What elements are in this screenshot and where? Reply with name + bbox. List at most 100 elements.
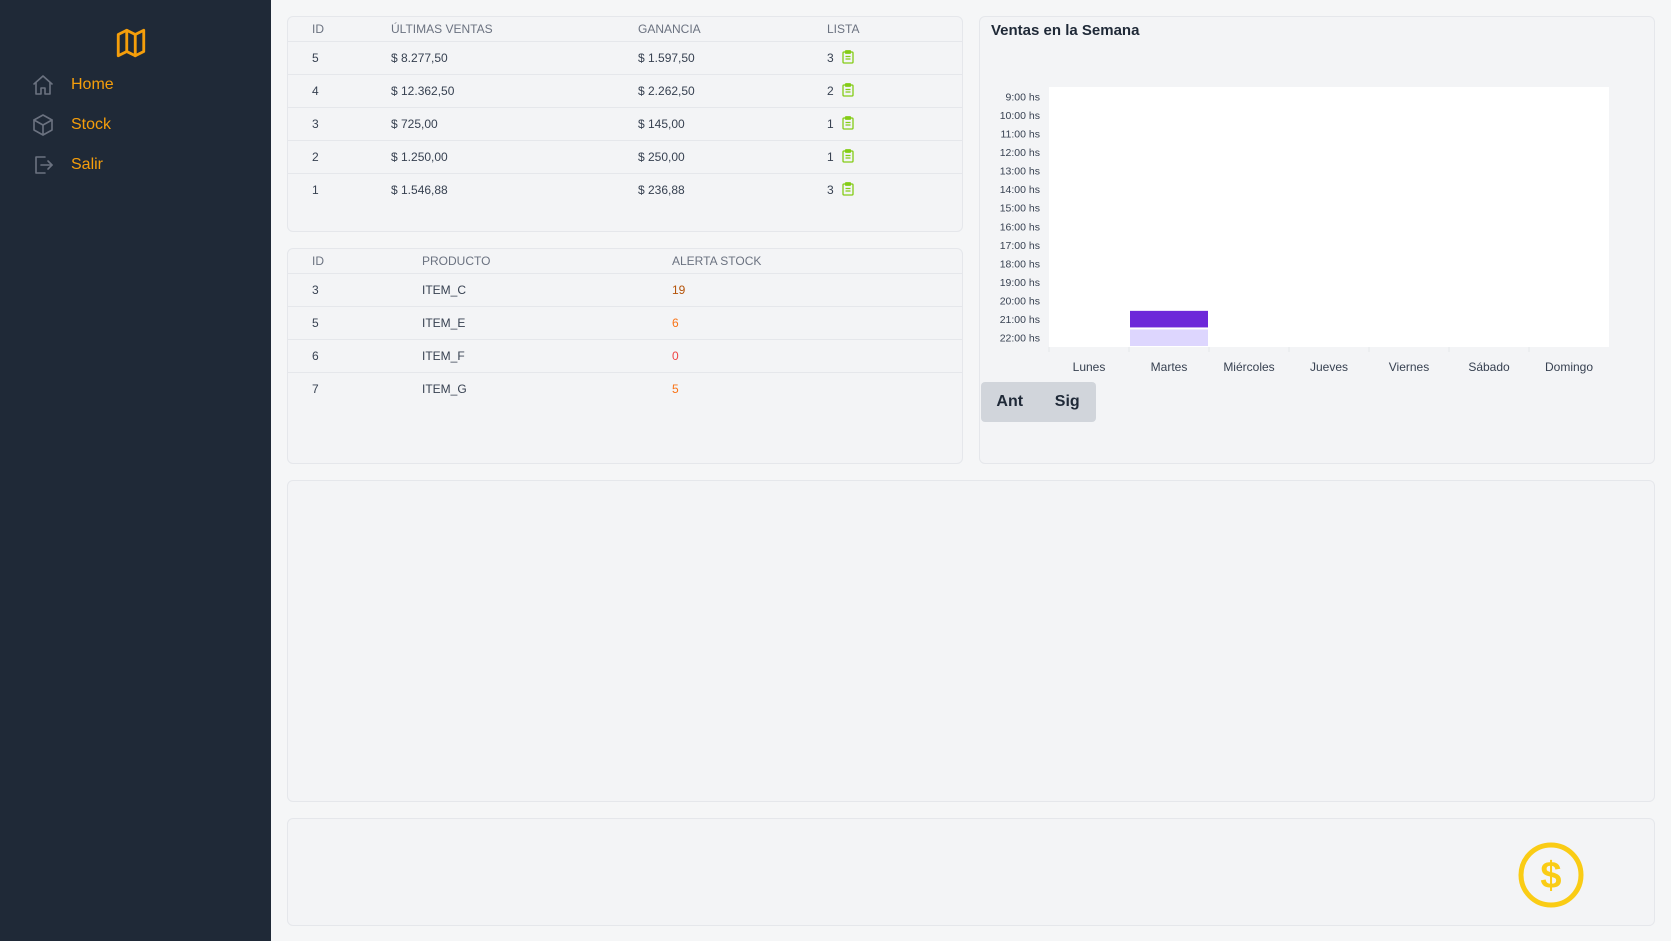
y-tick-label: 9:00 hs <box>1006 91 1040 103</box>
content-panel <box>287 480 1655 802</box>
clipboard-icon[interactable] <box>842 182 854 196</box>
col-ultimas-ventas: ÚLTIMAS VENTAS <box>391 17 638 42</box>
lista-count: 1 <box>827 150 834 164</box>
sales-heatmap: 9:00 hs 10:00 hs 11:00 hs 12:00 hs 13:00 hs 1… <box>1000 87 1609 374</box>
cell-venta: $ 12.362,50 <box>391 74 638 108</box>
clipboard-icon[interactable] <box>842 116 854 130</box>
cell-ganancia: $ 2.262,50 <box>638 74 827 108</box>
cell-id: 2 <box>288 140 391 174</box>
cell-alerta: 19 <box>672 273 962 307</box>
chart-title: Ventas en la Semana <box>991 22 1140 39</box>
cell-alerta: 5 <box>672 381 679 396</box>
sidebar-item-stock[interactable]: Stock <box>31 110 111 140</box>
plot-area <box>1049 87 1609 347</box>
clipboard-icon[interactable] <box>842 149 854 163</box>
y-tick-label: 14:00 hs <box>1000 184 1040 196</box>
cell-venta: $ 725,00 <box>391 107 638 141</box>
lista-count: 1 <box>827 117 834 131</box>
col-id: ID <box>288 249 422 274</box>
dollar-icon[interactable]: $ <box>1517 841 1585 909</box>
y-tick-label: 18:00 hs <box>1000 258 1040 270</box>
svg-text:$: $ <box>1540 855 1561 897</box>
chart-nav: Ant Sig <box>981 382 1096 422</box>
table-header: ID PRODUCTO ALERTA STOCK <box>288 249 962 274</box>
y-tick-label: 13:00 hs <box>1000 166 1040 178</box>
sidebar-item-salir[interactable]: Salir <box>31 150 103 180</box>
next-button[interactable]: Sig <box>1039 393 1097 411</box>
cell-ganancia: $ 236,88 <box>638 182 685 197</box>
sales-table: ID ÚLTIMAS VENTAS GANANCIA LISTA 5 $ 8.2… <box>288 17 962 206</box>
table-row: 6 ITEM_F 0 <box>288 339 962 373</box>
cell-producto: ITEM_E <box>422 306 672 340</box>
y-tick-label: 16:00 hs <box>1000 221 1040 233</box>
cell-id: 7 <box>312 381 319 396</box>
table-row: 7 ITEM_G 5 <box>288 372 962 405</box>
x-tick-label: Miércoles <box>1223 360 1274 374</box>
cell-lista: 1 <box>827 140 962 174</box>
table-row: 3 $ 725,00 $ 145,00 1 <box>288 107 962 141</box>
cell-lista: 3 <box>827 41 962 75</box>
cell-id: 1 <box>312 182 319 197</box>
prev-button[interactable]: Ant <box>981 393 1039 411</box>
home-icon <box>33 75 53 95</box>
y-tick-label: 20:00 hs <box>1000 296 1040 308</box>
y-tick-label: 10:00 hs <box>1000 110 1040 122</box>
col-id: ID <box>288 17 391 42</box>
chart-panel: Ventas en la Semana 9:00 hs 10:00 hs 11:00… <box>979 16 1655 464</box>
cell-id: 4 <box>288 74 391 108</box>
lista-count: 3 <box>827 183 834 198</box>
x-tick-label: Domingo <box>1545 360 1593 374</box>
box-icon <box>33 114 53 136</box>
lista-count: 2 <box>827 84 834 98</box>
table-row: 4 $ 12.362,50 $ 2.262,50 2 <box>288 74 962 108</box>
x-tick-label: Sábado <box>1468 360 1510 374</box>
table-row: 3 ITEM_C 19 <box>288 273 962 307</box>
cell-id: 3 <box>288 273 422 307</box>
table-row: 2 $ 1.250,00 $ 250,00 1 <box>288 140 962 174</box>
cell-id: 3 <box>288 107 391 141</box>
cell-id: 6 <box>288 339 422 373</box>
x-tick-label: Jueves <box>1310 360 1348 374</box>
table-row: 5 ITEM_E 6 <box>288 306 962 340</box>
y-tick-label: 15:00 hs <box>1000 203 1040 215</box>
cell-lista: 3 <box>827 173 962 206</box>
y-tick-label: 22:00 hs <box>1000 333 1040 345</box>
x-tick-label: Viernes <box>1389 360 1429 374</box>
table-row: 5 $ 8.277,50 $ 1.597,50 3 <box>288 41 962 75</box>
cell-alerta: 0 <box>672 339 962 373</box>
cell-lista: 1 <box>827 107 962 141</box>
heatmap-cell <box>1130 329 1208 346</box>
cell-alerta: 6 <box>672 306 962 340</box>
x-tick-label: Martes <box>1151 360 1188 374</box>
col-producto: PRODUCTO <box>422 249 672 274</box>
cell-venta: $ 1.546,88 <box>391 182 448 197</box>
sidebar-item-home[interactable]: Home <box>31 70 114 100</box>
cell-lista: 2 <box>827 74 962 108</box>
col-ganancia: GANANCIA <box>638 17 827 42</box>
map-icon <box>116 28 146 58</box>
col-alerta-stock: ALERTA STOCK <box>672 249 962 274</box>
table-row: 1 $ 1.546,88 $ 236,88 3 <box>288 173 962 206</box>
sidebar-item-label: Salir <box>71 156 104 173</box>
sidebar-item-label: Stock <box>71 116 112 133</box>
sidebar: Home Stock Salir <box>0 0 271 941</box>
cell-ganancia: $ 250,00 <box>638 140 827 174</box>
cell-ganancia: $ 145,00 <box>638 107 827 141</box>
y-tick-label: 17:00 hs <box>1000 240 1040 252</box>
lista-count: 3 <box>827 51 834 65</box>
sidebar-item-label: Home <box>71 76 114 93</box>
table-header: ID ÚLTIMAS VENTAS GANANCIA LISTA <box>288 17 962 42</box>
cell-venta: $ 1.250,00 <box>391 140 638 174</box>
y-tick-label: 12:00 hs <box>1000 147 1040 159</box>
cell-producto: ITEM_C <box>422 273 672 307</box>
clipboard-icon[interactable] <box>842 50 854 64</box>
y-tick-label: 19:00 hs <box>1000 277 1040 289</box>
x-tick-label: Lunes <box>1073 360 1106 374</box>
clipboard-icon[interactable] <box>842 83 854 97</box>
footer-panel <box>287 818 1655 926</box>
cell-id: 5 <box>288 306 422 340</box>
cell-ganancia: $ 1.597,50 <box>638 41 827 75</box>
logout-icon <box>35 156 53 174</box>
stock-panel: ID PRODUCTO ALERTA STOCK 3 ITEM_C 19 5 I… <box>287 248 963 464</box>
col-lista: LISTA <box>827 17 962 42</box>
